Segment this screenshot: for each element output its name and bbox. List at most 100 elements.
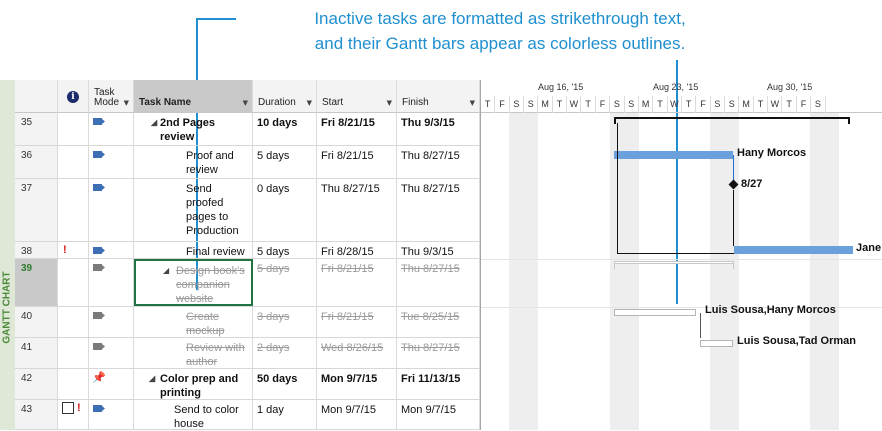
row-divider <box>481 259 882 260</box>
start-cell[interactable]: Fri 8/21/15 <box>317 113 397 145</box>
inactive-task-bar[interactable] <box>700 340 733 347</box>
chevron-down-icon[interactable]: ▼ <box>124 99 129 107</box>
collapse-triangle-icon[interactable]: ◢ <box>149 372 155 386</box>
task-bar[interactable] <box>614 151 733 159</box>
indicators-cell <box>58 179 89 241</box>
task-mode-cell[interactable] <box>89 242 134 258</box>
start-cell[interactable]: Fri 8/21/15 <box>317 307 397 337</box>
duration-cell[interactable]: 10 days <box>253 113 317 145</box>
auto-schedule-icon <box>93 118 105 125</box>
table-row[interactable]: 42 📌 ◢ Color prep and printing 50 days M… <box>15 369 480 400</box>
duration-cell[interactable]: 2 days <box>253 338 317 368</box>
finish-cell[interactable]: Thu 8/27/15 <box>397 259 480 306</box>
chevron-down-icon[interactable]: ▼ <box>307 99 312 107</box>
task-mode-cell[interactable] <box>89 338 134 368</box>
chevron-down-icon[interactable]: ▼ <box>243 99 248 107</box>
task-name-cell[interactable]: ◢ Color prep and printing <box>134 369 253 399</box>
task-mode-cell[interactable]: 📌 <box>89 369 134 399</box>
task-bar[interactable] <box>734 246 853 254</box>
task-name-cell[interactable]: Send to color house <box>134 400 253 430</box>
indicators-cell <box>58 307 89 337</box>
duration-cell[interactable]: 0 days <box>253 179 317 241</box>
week-label: Aug 16, '15 <box>538 82 584 92</box>
start-cell[interactable]: Thu 8/27/15 <box>317 179 397 241</box>
inactive-task-bar[interactable] <box>614 309 696 316</box>
day-label: T <box>582 96 596 113</box>
gantt-chart-pane[interactable]: Aug 16, '15 Aug 23, '15 Aug 30, '15 TFSS… <box>480 80 882 430</box>
finish-cell[interactable]: Fri 11/13/15 <box>397 369 480 399</box>
table-row[interactable]: 38 ! Final review 5 days Fri 8/28/15 Thu… <box>15 242 480 259</box>
callout-leader-h <box>196 18 236 20</box>
duration-cell[interactable]: 1 day <box>253 400 317 429</box>
row-id: 41 <box>15 338 58 368</box>
finish-cell[interactable]: Thu 9/3/15 <box>397 242 480 258</box>
duration-cell[interactable]: 50 days <box>253 369 317 399</box>
column-header-task-mode[interactable]: Task Mode ▼ <box>89 80 134 113</box>
column-header-id[interactable] <box>15 80 58 113</box>
task-mode-cell[interactable] <box>89 146 134 178</box>
inactive-summary-bar[interactable] <box>614 261 734 264</box>
start-cell[interactable]: Fri 8/28/15 <box>317 242 397 258</box>
chevron-down-icon[interactable]: ▼ <box>470 99 475 107</box>
task-grid: i Task Mode ▼ Task Name ▼ Duration ▼ Sta… <box>15 80 480 430</box>
task-mode-cell[interactable] <box>89 179 134 241</box>
task-name-text: Send proofed pages to Production <box>186 183 239 237</box>
chevron-down-icon[interactable]: ▼ <box>387 99 392 107</box>
column-header-start[interactable]: Start ▼ <box>317 80 397 113</box>
finish-cell[interactable]: Tue 8/25/15 <box>397 307 480 337</box>
task-mode-cell[interactable] <box>89 113 134 145</box>
column-header-finish[interactable]: Finish ▼ <box>397 80 480 113</box>
start-cell[interactable]: Mon 9/7/15 <box>317 400 397 429</box>
deadline-warning-icon[interactable]: ! <box>77 401 81 415</box>
table-row[interactable]: 37 Send proofed pages to Production 0 da… <box>15 179 480 242</box>
column-header-task-name[interactable]: Task Name ▼ <box>134 80 253 113</box>
info-icon: i <box>67 91 79 103</box>
finish-cell[interactable]: Thu 8/27/15 <box>397 146 480 178</box>
column-header-duration[interactable]: Duration ▼ <box>253 80 317 113</box>
task-mode-cell[interactable] <box>89 259 134 306</box>
table-row[interactable]: 36 Proof and review 5 days Fri 8/21/15 T… <box>15 146 480 179</box>
day-label: M <box>739 96 754 113</box>
table-row[interactable]: 43 ! Send to color house 1 day Mon 9/7/1… <box>15 400 480 430</box>
start-cell[interactable]: Mon 9/7/15 <box>317 369 397 399</box>
task-name-cell[interactable]: Create mockup <box>134 307 253 337</box>
finish-cell[interactable]: Thu 9/3/15 <box>397 113 480 145</box>
duration-cell[interactable]: 5 days <box>253 146 317 178</box>
table-row[interactable]: 35 ◢ 2nd Pages review 10 days Fri 8/21/1… <box>15 113 480 146</box>
duration-cell[interactable]: 5 days <box>253 259 317 306</box>
table-row[interactable]: 40 Create mockup 3 days Fri 8/21/15 Tue … <box>15 307 480 338</box>
week-label: Aug 30, '15 <box>767 82 813 92</box>
duration-cell[interactable]: 5 days <box>253 242 317 258</box>
task-name-cell[interactable]: Send proofed pages to Production <box>134 179 253 241</box>
task-name-cell[interactable]: Review with author <box>134 338 253 368</box>
finish-cell[interactable]: Thu 8/27/15 <box>397 179 480 241</box>
summary-bar[interactable] <box>614 117 850 119</box>
deadline-warning-icon[interactable]: ! <box>63 243 67 257</box>
finish-label: Finish <box>402 97 429 108</box>
task-mode-cell[interactable] <box>89 400 134 429</box>
task-name-cell[interactable]: Final review <box>134 242 253 258</box>
task-name-cell[interactable]: ◢ Design book's companion website <box>134 259 253 306</box>
view-bar-gantt-chart[interactable]: GANTT CHART <box>0 80 15 430</box>
finish-cell[interactable]: Mon 9/7/15 <box>397 400 480 429</box>
day-label: M <box>639 96 654 113</box>
start-cell[interactable]: Fri 8/21/15 <box>317 146 397 178</box>
collapse-triangle-icon[interactable]: ◢ <box>163 264 169 278</box>
finish-cell[interactable]: Thu 8/27/15 <box>397 338 480 368</box>
table-row-selected[interactable]: 39 ◢ Design book's companion website 5 d… <box>15 259 480 307</box>
column-header-indicators[interactable]: i <box>58 80 89 113</box>
duration-cell[interactable]: 3 days <box>253 307 317 337</box>
task-name-cell[interactable]: ◢ 2nd Pages review <box>134 113 253 145</box>
indicators-cell <box>58 259 89 306</box>
linked-document-icon[interactable] <box>62 402 74 414</box>
day-label: S <box>711 96 726 113</box>
start-cell[interactable]: Wed 8/26/15 <box>317 338 397 368</box>
table-row[interactable]: 41 Review with author 2 days Wed 8/26/15… <box>15 338 480 369</box>
task-mode-label-2: Mode <box>94 97 120 108</box>
start-cell[interactable]: Fri 8/21/15 <box>317 259 397 306</box>
task-mode-cell[interactable] <box>89 307 134 337</box>
day-label: W <box>768 96 783 113</box>
collapse-triangle-icon[interactable]: ◢ <box>151 116 157 130</box>
task-name-cell[interactable]: Proof and review <box>134 146 253 178</box>
manual-schedule-pin-icon: 📌 <box>92 372 106 384</box>
